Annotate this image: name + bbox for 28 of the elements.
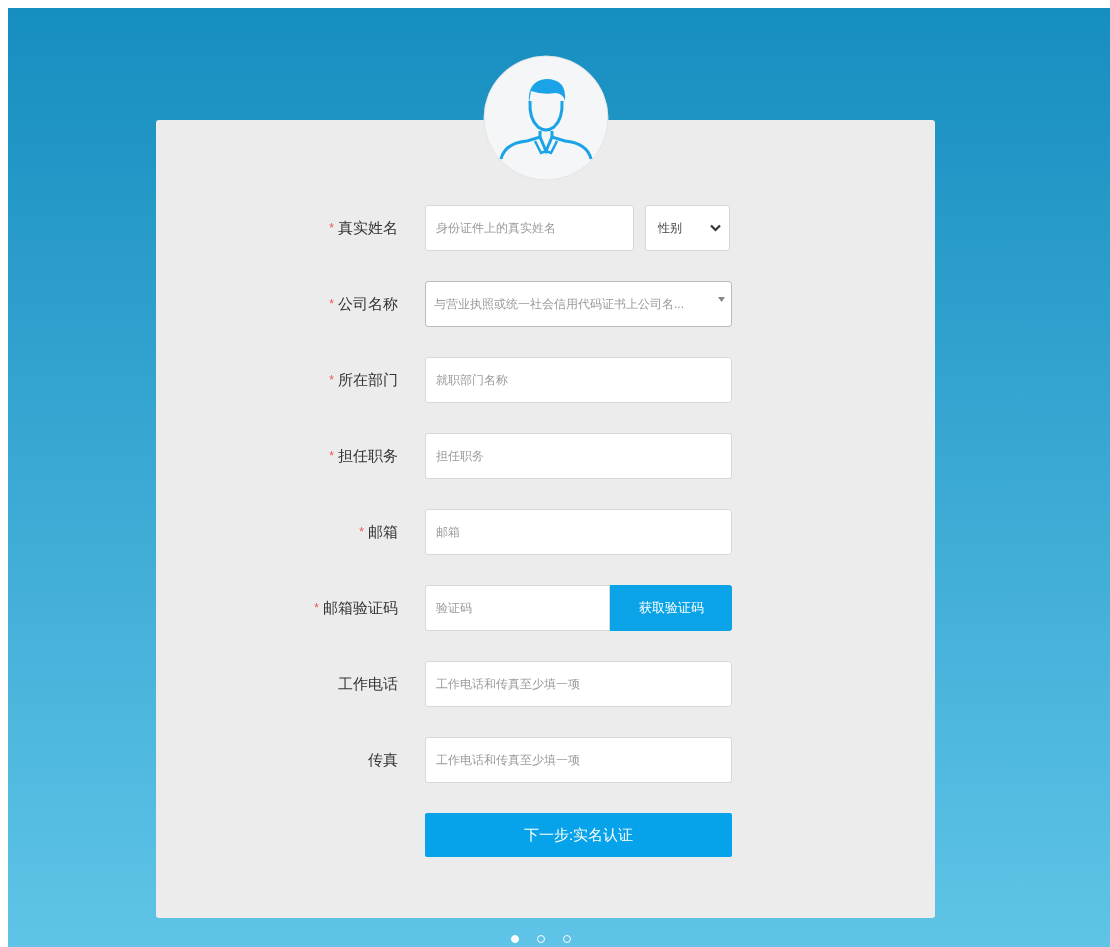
field-label: 邮箱验证码 — [323, 598, 398, 618]
field-label: 工作电话 — [338, 674, 398, 694]
input-field[interactable]: 身份证件上的真实姓名 — [425, 205, 634, 251]
next-step-button[interactable]: 下一步:实名认证 — [425, 813, 732, 857]
chevron-icon — [710, 224, 721, 232]
input-field[interactable]: 验证码 — [425, 585, 610, 631]
company-dropdown[interactable]: 与营业执照或统一社会信用代码证书上公司名... — [425, 281, 732, 327]
required-mark: * — [329, 297, 334, 311]
get-code-button[interactable]: 获取验证码 — [610, 585, 732, 631]
required-mark: * — [329, 449, 334, 463]
field-label: 真实姓名 — [338, 218, 398, 238]
caret-icon — [718, 297, 725, 302]
input-field[interactable]: 工作电话和传真至少填一项 — [425, 737, 732, 783]
gender-select[interactable]: 性别 — [645, 205, 730, 251]
required-mark: * — [329, 221, 334, 235]
input-field[interactable]: 就职部门名称 — [425, 357, 732, 403]
field-label: 公司名称 — [338, 294, 398, 314]
input-field[interactable]: 担任职务 — [425, 433, 732, 479]
required-mark: * — [314, 601, 319, 615]
field-label: 所在部门 — [338, 370, 398, 390]
pager-dot[interactable] — [511, 935, 519, 943]
required-mark: * — [359, 525, 364, 539]
required-mark: * — [329, 373, 334, 387]
field-label: 邮箱 — [368, 522, 398, 542]
input-field[interactable]: 邮箱 — [425, 509, 732, 555]
input-field[interactable]: 工作电话和传真至少填一项 — [425, 661, 732, 707]
field-label: 担任职务 — [338, 446, 398, 466]
field-label: 传真 — [368, 750, 398, 770]
